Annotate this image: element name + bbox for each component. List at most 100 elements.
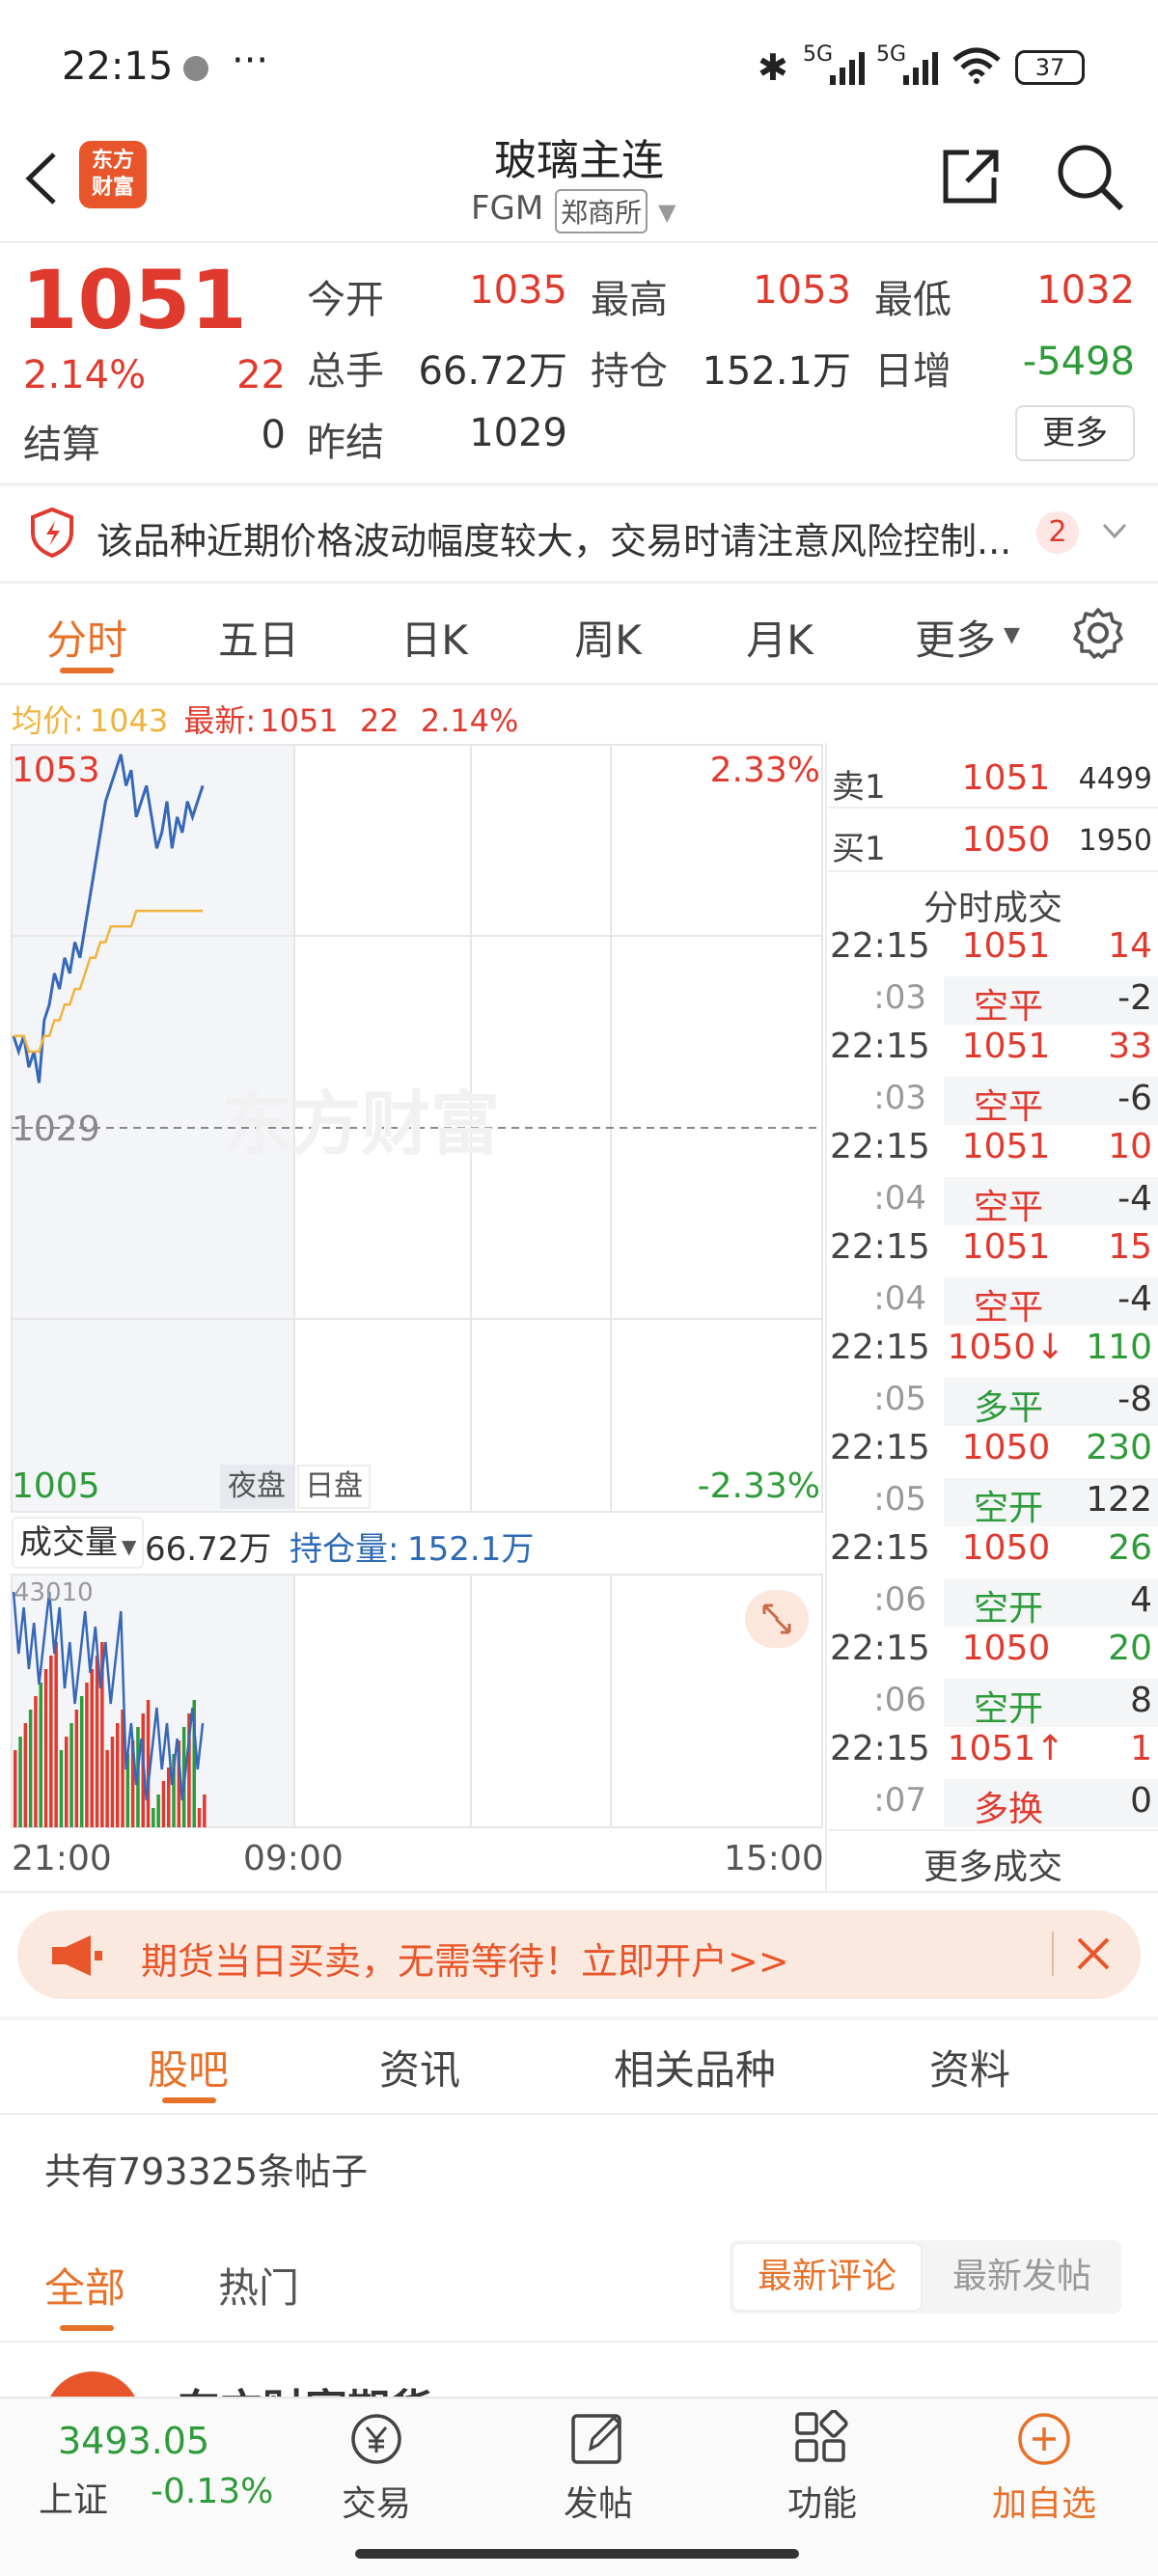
divider [825,743,827,1891]
trade-oi-change: 122 [1086,1480,1152,1520]
trade-seconds: :05 [873,1480,926,1519]
buy1-volume: 1950 [1078,824,1152,858]
settings-gear-icon[interactable] [1071,606,1125,664]
tab-more[interactable]: 更多 [907,608,1004,667]
tab-profile[interactable]: 资料 [897,2038,1042,2096]
caret-down-icon: ▼ [1004,623,1020,647]
wifi-icon [951,46,1003,89]
home-indicator [355,2549,799,2559]
index-name[interactable]: 上证 [39,2472,108,2522]
trade-type: 空开 [973,1489,1043,1528]
risk-notice-text[interactable]: 该品种近期价格波动幅度较大，交易时请注意风险控制... [96,511,1033,564]
tab-intraday[interactable]: 分时 [39,608,135,667]
nav-functions-label: 功能 [786,2484,857,2524]
trade-volume: 33 [1108,1027,1152,1066]
tab-five-day[interactable]: 五日 [210,608,307,667]
divider [0,2016,1158,2020]
bluetooth-icon: ✱ [758,46,788,89]
trade-volume: 14 [1108,926,1152,966]
open-value: 1035 [469,268,567,313]
share-button[interactable] [938,143,1006,214]
open-interest-value: 152.1万 [702,349,851,394]
tab-indicator [60,668,114,673]
volume-indicator-select[interactable]: 成交量 ▼ [12,1517,145,1569]
change-percent: 2.14% [23,353,147,397]
volume-bar [49,1656,53,1827]
y-max-label: 1053 [12,751,100,790]
banner-text[interactable]: 期货当日买卖，无需等待！立即开户>> [141,1932,789,1985]
nav-post[interactable]: 发帖 [529,2410,668,2526]
sort-latest-comment[interactable]: 最新评论 [731,2242,923,2312]
trade-volume: 26 [1108,1528,1152,1568]
buy1-price: 1050 [961,820,1051,860]
change-value: 22 [236,353,286,397]
volume-bar [116,1723,120,1827]
volume-bar [65,1737,69,1827]
last-price: 1051 [21,253,247,347]
status-bar: 22:15 ··· ✱ 5G 5G 37 [0,0,1158,135]
volume-label: 成交量 [19,1523,118,1562]
close-icon[interactable] [1071,1932,1116,1980]
volume-bar [54,1642,58,1827]
trade-oi-change: 0 [1130,1781,1152,1821]
trade-oi-change: -4 [1117,1279,1152,1319]
volume-bar [79,1696,84,1827]
volume-bar [95,1656,99,1827]
nav-trade[interactable]: 交易 [307,2410,446,2526]
trade-price: 1051 [961,1127,1051,1166]
grid-icon [795,2409,848,2462]
nav-functions[interactable]: 功能 [753,2409,892,2526]
trade-type: 多换 [973,1790,1043,1829]
tab-news[interactable]: 资讯 [347,2038,492,2096]
trade-volume: 10 [1108,1127,1152,1166]
low-label: 最低 [874,278,951,322]
trade-volume: 1 [1130,1729,1152,1768]
more-trades-button[interactable]: 更多成交 [828,1839,1158,1889]
volume-bar [156,1795,160,1827]
trade-time: 22:15 [830,1729,930,1768]
trade-volume: 20 [1108,1629,1152,1668]
night-session-label: 夜盘 [220,1465,293,1509]
sell1-volume: 4499 [1078,762,1152,796]
avg-label: 均价: [12,702,84,739]
index-change[interactable]: -0.13% [151,2472,273,2511]
open-account-banner[interactable]: 期货当日买卖，无需等待！立即开户>> [17,1910,1141,1999]
trade-type: 空平 [973,1288,1043,1328]
volume-bar [74,1710,79,1827]
search-button[interactable] [1054,141,1127,218]
volume-bar [18,1737,22,1827]
trade-price: 1050 [961,1528,1051,1568]
index-value[interactable]: 3493.05 [58,2420,209,2462]
low-value: 1032 [1036,268,1135,313]
signal-bars-icon-2 [903,50,946,89]
trade-time: 22:15 [830,1328,930,1367]
chevron-down-icon[interactable]: ▼ [658,199,676,226]
latest-value: 1051 [260,702,339,739]
volume-bar [43,1669,48,1827]
avg-value: 1043 [89,702,169,739]
signal-bars-icon [830,50,872,89]
tab-monthly-k[interactable]: 月K [731,608,828,667]
tab-related[interactable]: 相关品种 [579,2038,811,2096]
divider [828,1829,1158,1831]
volume-bar [14,1750,17,1827]
volume-bar [152,1808,155,1827]
tab-forum[interactable]: 股吧 [116,2038,261,2096]
latest-pct: 2.14% [420,702,519,739]
more-quote-button[interactable]: 更多 [1015,405,1135,461]
tab-daily-k[interactable]: 日K [386,608,482,667]
trade-type: 空开 [973,1689,1043,1729]
intraday-chart[interactable]: 东方财富 [0,743,825,1891]
sell1-label: 卖1 [832,768,886,807]
nav-add-watchlist[interactable]: 加自选 [975,2410,1114,2526]
x-tick-end: 15:00 [724,1839,824,1878]
expand-chevron-icon[interactable] [1100,513,1129,556]
divider [0,482,1158,486]
tab-weekly-k[interactable]: 周K [560,608,656,667]
sort-latest-post[interactable]: 最新发帖 [926,2242,1117,2312]
expand-icon[interactable] [745,1590,809,1648]
filter-all[interactable]: 全部 [44,2256,125,2315]
chart-info-line: 均价: 1043 最新: 1051 22 2.14% [12,697,518,741]
filter-hot[interactable]: 热门 [218,2256,299,2315]
daily-change-label: 日增 [874,349,951,394]
